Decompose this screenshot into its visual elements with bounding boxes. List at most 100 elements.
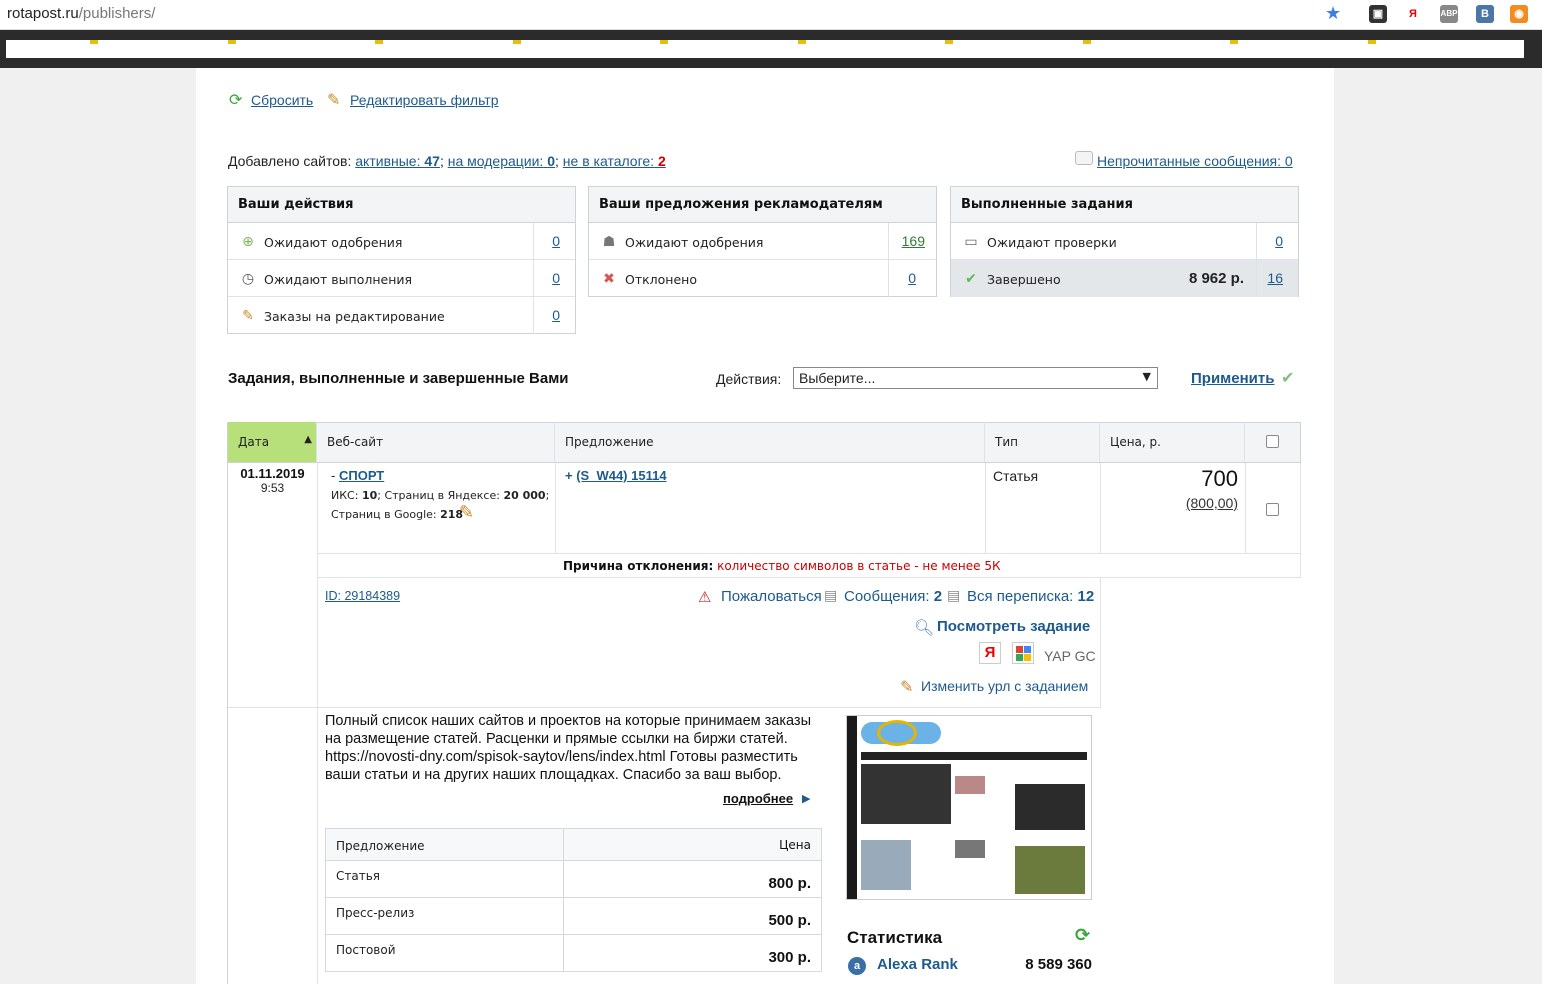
check-icon: ✔: [965, 271, 977, 287]
plus-circle-icon: ⊕: [242, 234, 254, 250]
bookmark-star-icon[interactable]: ★: [1325, 3, 1341, 24]
sites-prefix: Добавлено сайтов:: [228, 153, 352, 169]
table-row: Постовой 300 р.: [326, 934, 821, 971]
divider: [985, 463, 986, 553]
row-price: 300 р.: [768, 949, 811, 966]
divider: [1300, 463, 1301, 577]
divider: [317, 463, 318, 984]
bookmark-marker: [228, 40, 236, 44]
url-field[interactable]: rotapost.ru/publishers/: [7, 5, 155, 22]
adblock-extension-icon[interactable]: ABP: [1440, 5, 1458, 23]
bookmark-marker: [660, 40, 668, 44]
row-count-link[interactable]: 0: [552, 307, 560, 323]
completed-row-finished: ✔ Завершено 8 962 р. 16: [951, 260, 1298, 297]
messages-link[interactable]: Сообщения: 2: [844, 588, 942, 605]
document-icon: ▤: [947, 588, 961, 604]
header-offer: Предложение: [336, 839, 425, 853]
extension-icon[interactable]: ▣: [1369, 5, 1387, 23]
sites-summary: Добавлено сайтов: активные: 47; на модер…: [228, 153, 666, 169]
actions-select[interactable]: Выберите... ▼: [793, 367, 1158, 389]
row-count-link[interactable]: 169: [902, 233, 925, 249]
table-row: Статья 800 р.: [326, 860, 821, 897]
row-checkbox[interactable]: [1266, 503, 1279, 516]
row-count-link[interactable]: 0: [1275, 233, 1283, 249]
pencil-icon: ✎: [900, 677, 914, 696]
bookmark-marker: [90, 40, 98, 44]
divider: [563, 898, 564, 934]
user-document-icon: ☗: [602, 234, 616, 250]
row-count-link[interactable]: 0: [552, 233, 560, 249]
moderation-sites-link[interactable]: на модерации: 0: [448, 153, 555, 169]
column-header-offer: Предложение: [555, 422, 985, 462]
yandex-extension-icon[interactable]: Я: [1404, 5, 1422, 23]
header-price: Цена: [779, 838, 811, 852]
warning-icon: ⚠: [698, 588, 712, 606]
unread-messages-link[interactable]: Непрочитанные сообщения: 0: [1097, 153, 1293, 169]
site-screenshot[interactable]: [846, 715, 1092, 900]
document-icon: ▤: [824, 588, 838, 604]
refresh-icon: ⟳: [229, 90, 243, 109]
task-time: 9:53: [260, 481, 285, 495]
complain-link[interactable]: Пожаловаться: [721, 588, 822, 605]
reset-link[interactable]: Сбросить: [251, 92, 313, 108]
divider: [1256, 260, 1257, 297]
not-in-catalog-link[interactable]: не в каталоге: 2: [563, 153, 666, 169]
browser-address-bar: rotapost.ru/publishers/ ★ ▣ Я ABP B ◉: [0, 0, 1542, 30]
apply-button[interactable]: Применить: [1191, 370, 1274, 387]
row-count-link[interactable]: 16: [1267, 270, 1283, 286]
divider: [533, 297, 534, 334]
actions-row-edit-orders: ✎ Заказы на редактирование 0: [228, 297, 575, 334]
google-icon[interactable]: [1012, 642, 1034, 664]
change-url-link[interactable]: Изменить урл с заданием: [921, 678, 1088, 694]
task-price: 700: [1201, 466, 1238, 491]
site-description: Полный список наших сайтов и проектов на…: [325, 713, 811, 783]
row-price: 500 р.: [768, 912, 811, 929]
chevron-right-icon: ▶: [802, 792, 811, 805]
task-date-cell: 01.11.2019 9:53: [228, 466, 317, 495]
divider: [888, 260, 889, 297]
bookmark-marker: [1230, 40, 1238, 44]
row-count-link[interactable]: 0: [552, 270, 560, 286]
pencil-icon: ✎: [327, 90, 341, 109]
site-link[interactable]: СПОРТ: [339, 468, 384, 483]
divider: [317, 553, 1301, 554]
column-header-price: Цена, р.: [1100, 422, 1245, 462]
edit-site-pencil-icon[interactable]: ✎: [459, 502, 474, 523]
vk-extension-icon[interactable]: B: [1476, 5, 1494, 23]
select-all-checkbox[interactable]: [1266, 435, 1279, 448]
more-link[interactable]: подробнее: [723, 791, 793, 806]
bookmark-marker: [945, 40, 953, 44]
column-header-site: Веб-сайт: [317, 422, 555, 462]
rss-extension-icon[interactable]: ◉: [1510, 5, 1528, 23]
view-task-link[interactable]: Посмотреть задание: [937, 618, 1090, 635]
stats-title: Статистика: [847, 928, 943, 947]
offer-cell: + (S_W44) 15114: [565, 468, 667, 483]
divider: [317, 577, 1301, 578]
yandex-icon[interactable]: Я: [979, 642, 1001, 664]
reject-reason: Причина отклонения: количество символов …: [563, 559, 1001, 573]
completed-row-review: ▭ Ожидают проверки 0: [951, 223, 1298, 260]
alexa-rank-link[interactable]: Alexa Rank: [877, 956, 958, 973]
active-sites-link[interactable]: активные: 47: [355, 153, 440, 169]
site-cell: - СПОРТ: [331, 468, 384, 483]
column-header-type: Тип: [985, 422, 1100, 462]
actions-label: Действия:: [716, 371, 782, 387]
task-id-link[interactable]: ID: 29184389: [325, 589, 400, 603]
divider: [1245, 463, 1246, 553]
row-offer: Пресс-релиз: [336, 906, 415, 920]
row-label: Ожидают одобрения: [264, 235, 403, 250]
row-label: Заказы на редактирование: [264, 309, 445, 324]
bookmark-marker: [375, 40, 383, 44]
offer-prefix: +: [565, 468, 573, 483]
site-prefix: -: [331, 468, 336, 483]
edit-filter-link[interactable]: Редактировать фильтр: [350, 92, 499, 108]
completed-panel: Выполненные задания ▭ Ожидают проверки 0…: [950, 186, 1299, 297]
column-header-date[interactable]: Дата ▲: [228, 422, 317, 462]
row-offer: Статья: [336, 869, 381, 883]
refresh-icon[interactable]: ⟳: [1075, 925, 1090, 946]
correspondence-link[interactable]: Вся переписка: 12: [967, 588, 1094, 605]
sort-asc-icon: ▲: [304, 434, 312, 445]
row-count-link[interactable]: 0: [908, 270, 916, 286]
offer-link[interactable]: (S_W44) 15114: [576, 468, 666, 483]
task-type: Статья: [993, 468, 1039, 484]
